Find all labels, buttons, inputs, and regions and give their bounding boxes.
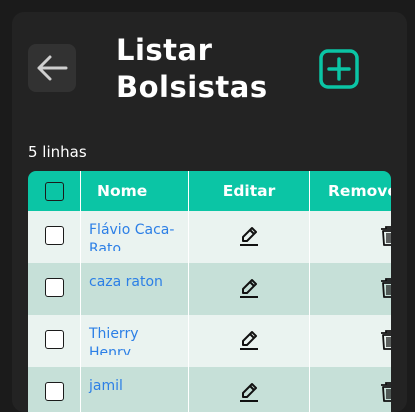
row-checkbox[interactable] <box>44 226 64 245</box>
arrow-left-icon <box>37 55 68 81</box>
trash-icon <box>381 382 391 402</box>
trash-icon <box>381 226 391 246</box>
bolsista-name-link[interactable]: jamil <box>81 367 188 407</box>
table-row: Thierry Henry <box>28 315 391 367</box>
back-button[interactable] <box>28 44 76 92</box>
remove-button[interactable] <box>380 329 391 355</box>
select-all-cell <box>28 171 81 211</box>
trash-icon <box>381 278 391 298</box>
row-checkbox[interactable] <box>44 278 64 297</box>
row-checkbox[interactable] <box>44 330 64 349</box>
remove-button[interactable] <box>380 381 391 407</box>
bolsista-name-link[interactable]: caza raton <box>81 263 188 303</box>
edit-button[interactable] <box>238 381 260 407</box>
table-row: caza raton <box>28 263 391 315</box>
add-bolsista-button[interactable] <box>316 46 362 92</box>
page-title: Listar Bolsistas <box>116 32 268 106</box>
pencil-icon <box>240 383 258 402</box>
main-card: Listar Bolsistas 5 linhas Nome Editar Re… <box>12 12 407 412</box>
pencil-icon <box>240 227 258 246</box>
page-title-line2: Bolsistas <box>116 70 268 104</box>
trash-icon <box>381 330 391 350</box>
remove-button[interactable] <box>380 225 391 251</box>
column-header-remover: Remover <box>309 171 391 211</box>
bolsistas-table: Nome Editar Remover Flávio Caca-Rato <box>28 171 391 412</box>
plus-square-icon <box>319 49 359 89</box>
edit-button[interactable] <box>238 225 260 251</box>
column-header-editar: Editar <box>188 171 310 211</box>
bolsista-name-link[interactable]: Thierry Henry <box>81 315 188 355</box>
row-count: 5 linhas <box>28 143 87 161</box>
column-header-nome[interactable]: Nome <box>80 171 189 211</box>
table-header-row: Nome Editar Remover <box>28 171 391 211</box>
table-row: Flávio Caca-Rato <box>28 211 391 263</box>
pencil-icon <box>240 331 258 350</box>
pencil-icon <box>240 279 258 298</box>
table-row: jamil <box>28 367 391 412</box>
remove-button[interactable] <box>380 277 391 303</box>
row-checkbox[interactable] <box>44 382 64 401</box>
select-all-checkbox[interactable] <box>44 181 64 201</box>
page-title-line1: Listar <box>116 33 213 67</box>
edit-button[interactable] <box>238 329 260 355</box>
edit-button[interactable] <box>238 277 260 303</box>
bolsista-name-link[interactable]: Flávio Caca-Rato <box>81 211 188 251</box>
